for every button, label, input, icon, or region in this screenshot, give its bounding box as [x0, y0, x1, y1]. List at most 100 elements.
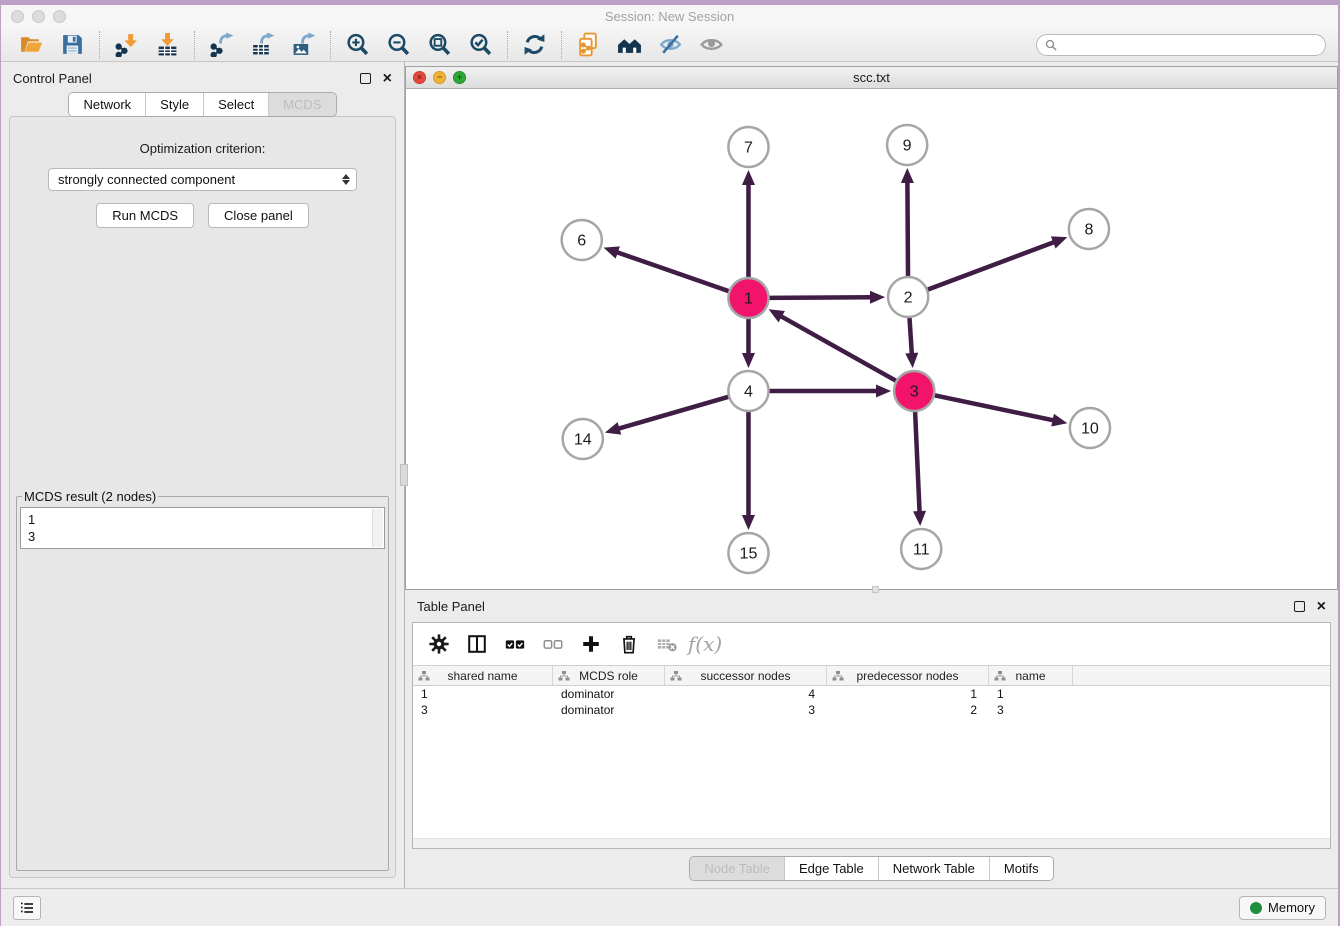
- refresh-view-icon[interactable]: [521, 31, 548, 58]
- table-settings-icon[interactable]: [425, 630, 453, 658]
- window-titlebar: Session: New Session: [1, 5, 1338, 28]
- import-network-icon[interactable]: [113, 31, 140, 58]
- network-close-icon[interactable]: ×: [413, 71, 426, 84]
- table-header-row: shared nameMCDS rolesuccessor nodesprede…: [413, 665, 1330, 686]
- close-panel-button[interactable]: Close panel: [208, 203, 309, 228]
- hide-all-columns-icon[interactable]: [539, 630, 567, 658]
- tab-motifs[interactable]: Motifs: [990, 857, 1053, 880]
- control-panel-tabs: NetworkStyleSelectMCDS: [68, 92, 336, 117]
- tab-node-table[interactable]: Node Table: [690, 857, 785, 880]
- result-scrollbar[interactable]: [372, 509, 383, 547]
- run-mcds-button[interactable]: Run MCDS: [96, 203, 194, 228]
- toolbar-separator: [194, 31, 195, 59]
- column-chooser-icon[interactable]: [463, 630, 491, 658]
- float-table-panel-icon[interactable]: [1294, 601, 1305, 612]
- table-cell: 1: [827, 687, 989, 701]
- hide-graphics-details-icon[interactable]: [657, 31, 684, 58]
- task-history-button[interactable]: [13, 896, 41, 920]
- edge-2-9[interactable]: [907, 181, 908, 278]
- table-panel: Table Panel ×: [405, 590, 1338, 888]
- table-cell: 1: [989, 687, 1073, 701]
- table-row[interactable]: 3dominator323: [413, 702, 1330, 718]
- float-panel-icon[interactable]: [360, 73, 371, 84]
- edge-2-3[interactable]: [909, 316, 912, 355]
- function-builder-icon[interactable]: f(x): [691, 630, 719, 658]
- show-view-icon[interactable]: [698, 31, 725, 58]
- add-column-icon[interactable]: [577, 630, 605, 658]
- show-all-columns-icon[interactable]: [501, 630, 529, 658]
- edge-1-6[interactable]: [616, 252, 731, 292]
- table-cell: 2: [827, 703, 989, 717]
- home-neighbors-icon[interactable]: [616, 31, 643, 58]
- arrowhead-4-15: [742, 515, 755, 530]
- column-header-MCDS-role[interactable]: MCDS role: [553, 666, 665, 685]
- edge-1-2[interactable]: [768, 297, 872, 298]
- tab-network-table[interactable]: Network Table: [879, 857, 990, 880]
- zoom-fit-icon[interactable]: [426, 31, 453, 58]
- export-network-icon[interactable]: [208, 31, 235, 58]
- delete-column-icon[interactable]: [615, 630, 643, 658]
- table-scrollbar[interactable]: [413, 838, 1330, 848]
- tab-network[interactable]: Network: [69, 93, 146, 116]
- memory-button[interactable]: Memory: [1239, 896, 1326, 920]
- graph-node-label: 9: [903, 137, 912, 155]
- edge-2-8[interactable]: [926, 242, 1055, 291]
- control-panel: Control Panel × NetworkStyleSelectMCDS O…: [1, 62, 405, 888]
- criterion-dropdown[interactable]: strongly connected component: [48, 168, 357, 191]
- zoom-in-icon[interactable]: [344, 31, 371, 58]
- arrowhead-4-3: [876, 385, 891, 398]
- graph-node-label: 10: [1081, 420, 1099, 438]
- canvas-resize-handle[interactable]: [872, 586, 879, 593]
- window-zoom-button[interactable]: [53, 10, 66, 23]
- search-input[interactable]: [1062, 38, 1317, 52]
- application-window: Session: New Session: [1, 5, 1338, 926]
- window-close-button[interactable]: [11, 10, 24, 23]
- memory-label: Memory: [1268, 900, 1315, 915]
- close-table-panel-icon[interactable]: ×: [1317, 601, 1326, 612]
- open-file-icon[interactable]: [18, 31, 45, 58]
- delete-table-icon[interactable]: [653, 630, 681, 658]
- edge-4-14[interactable]: [617, 396, 730, 429]
- arrowhead-1-7: [742, 170, 755, 185]
- zoom-selected-icon[interactable]: [467, 31, 494, 58]
- tab-edge-table[interactable]: Edge Table: [785, 857, 879, 880]
- toolbar-separator: [99, 31, 100, 59]
- network-window-titlebar[interactable]: × − + scc.txt: [406, 67, 1337, 89]
- export-table-icon[interactable]: [249, 31, 276, 58]
- tab-mcds[interactable]: MCDS: [269, 93, 335, 116]
- network-maximize-icon[interactable]: +: [453, 71, 466, 84]
- node-table[interactable]: shared nameMCDS rolesuccessor nodesprede…: [413, 665, 1330, 838]
- close-panel-icon[interactable]: ×: [383, 73, 392, 84]
- graph-node-label: 7: [744, 139, 753, 157]
- network-canvas[interactable]: 7968124314101511: [406, 89, 1337, 589]
- window-minimize-button[interactable]: [32, 10, 45, 23]
- edge-3-11[interactable]: [915, 410, 920, 513]
- tab-select[interactable]: Select: [204, 93, 269, 116]
- toolbar-separator: [507, 31, 508, 59]
- save-session-icon[interactable]: [59, 31, 86, 58]
- clone-network-icon[interactable]: [575, 31, 602, 58]
- table-tabs: Node TableEdge TableNetwork TableMotifs: [689, 856, 1053, 881]
- optimization-criterion-label: Optimization criterion:: [10, 141, 395, 156]
- column-header-successor-nodes[interactable]: successor nodes: [665, 666, 827, 685]
- network-graph[interactable]: 7968124314101511: [406, 89, 1337, 589]
- column-header-shared-name[interactable]: shared name: [413, 666, 553, 685]
- panel-splitter-handle[interactable]: [400, 464, 408, 486]
- table-row[interactable]: 1dominator411: [413, 686, 1330, 702]
- table-cell: 3: [413, 703, 553, 717]
- export-image-icon[interactable]: [290, 31, 317, 58]
- tab-style[interactable]: Style: [146, 93, 204, 116]
- graph-node-label: 11: [913, 541, 930, 559]
- list-icon: [19, 900, 35, 916]
- edge-3-10[interactable]: [933, 395, 1055, 421]
- column-header-name[interactable]: name: [989, 666, 1073, 685]
- import-table-icon[interactable]: [154, 31, 181, 58]
- graph-node-label: 2: [904, 289, 913, 307]
- network-minimize-icon[interactable]: −: [433, 71, 446, 84]
- edge-3-1[interactable]: [780, 316, 898, 382]
- mcds-result-list[interactable]: 13: [20, 507, 385, 549]
- zoom-out-icon[interactable]: [385, 31, 412, 58]
- mcds-result-title: MCDS result (2 nodes): [22, 489, 158, 504]
- column-header-predecessor-nodes[interactable]: predecessor nodes: [827, 666, 989, 685]
- search-field[interactable]: [1036, 34, 1326, 56]
